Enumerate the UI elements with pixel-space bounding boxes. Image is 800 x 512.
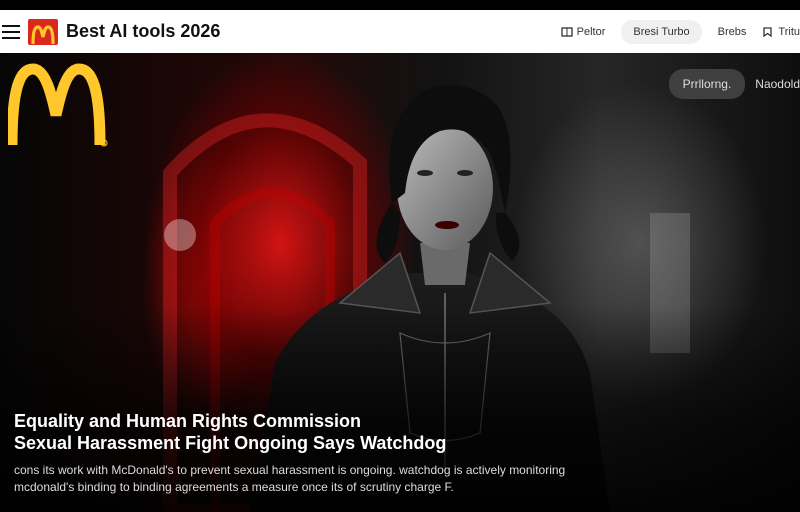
article-excerpt: cons its work with McDonald's to prevent… [14,463,566,494]
nav-label: Bresi Turbo [633,25,690,38]
site-title[interactable]: Best AI tools 2026 [66,21,220,42]
mcdonalds-arches-logo [6,63,108,153]
menu-icon[interactable] [2,24,20,39]
hero-banner[interactable]: Prrllorng. Naodold Equality and Human Ri… [0,53,800,512]
hero-actions: Prrllorng. Naodold [668,69,800,99]
nav-item-peltor[interactable]: Peltor [561,25,606,38]
nav-label: Peltor [576,25,606,38]
hero-button-prrllorng[interactable]: Prrllorng. [668,69,746,99]
nav-label: Brebs [717,25,747,38]
book-icon [561,26,573,37]
article-headline[interactable]: Equality and Human Rights Commission Sex… [14,410,574,454]
top-navigation-bar: Best AI tools 2026 Peltor Bresi Turbo Br… [0,0,800,53]
nav-item-bresi-turbo[interactable]: Bresi Turbo [621,19,702,44]
top-nav-links: Peltor Bresi Turbo Brebs Tritu [545,10,800,53]
nav-label: Tritu [778,25,800,38]
headline-line-1: Equality and Human Rights Commission [14,411,362,431]
mcdonalds-logo-small[interactable] [28,18,58,45]
nav-item-brebs[interactable]: Brebs [718,26,747,38]
nav-item-tritu[interactable]: Tritu [762,26,800,38]
headline-line-2: Sexual Harassment Fight Ongoing Says Wat… [14,433,447,453]
bookmark-icon [763,26,773,37]
hero-button-naodold[interactable]: Naodold [755,77,800,91]
